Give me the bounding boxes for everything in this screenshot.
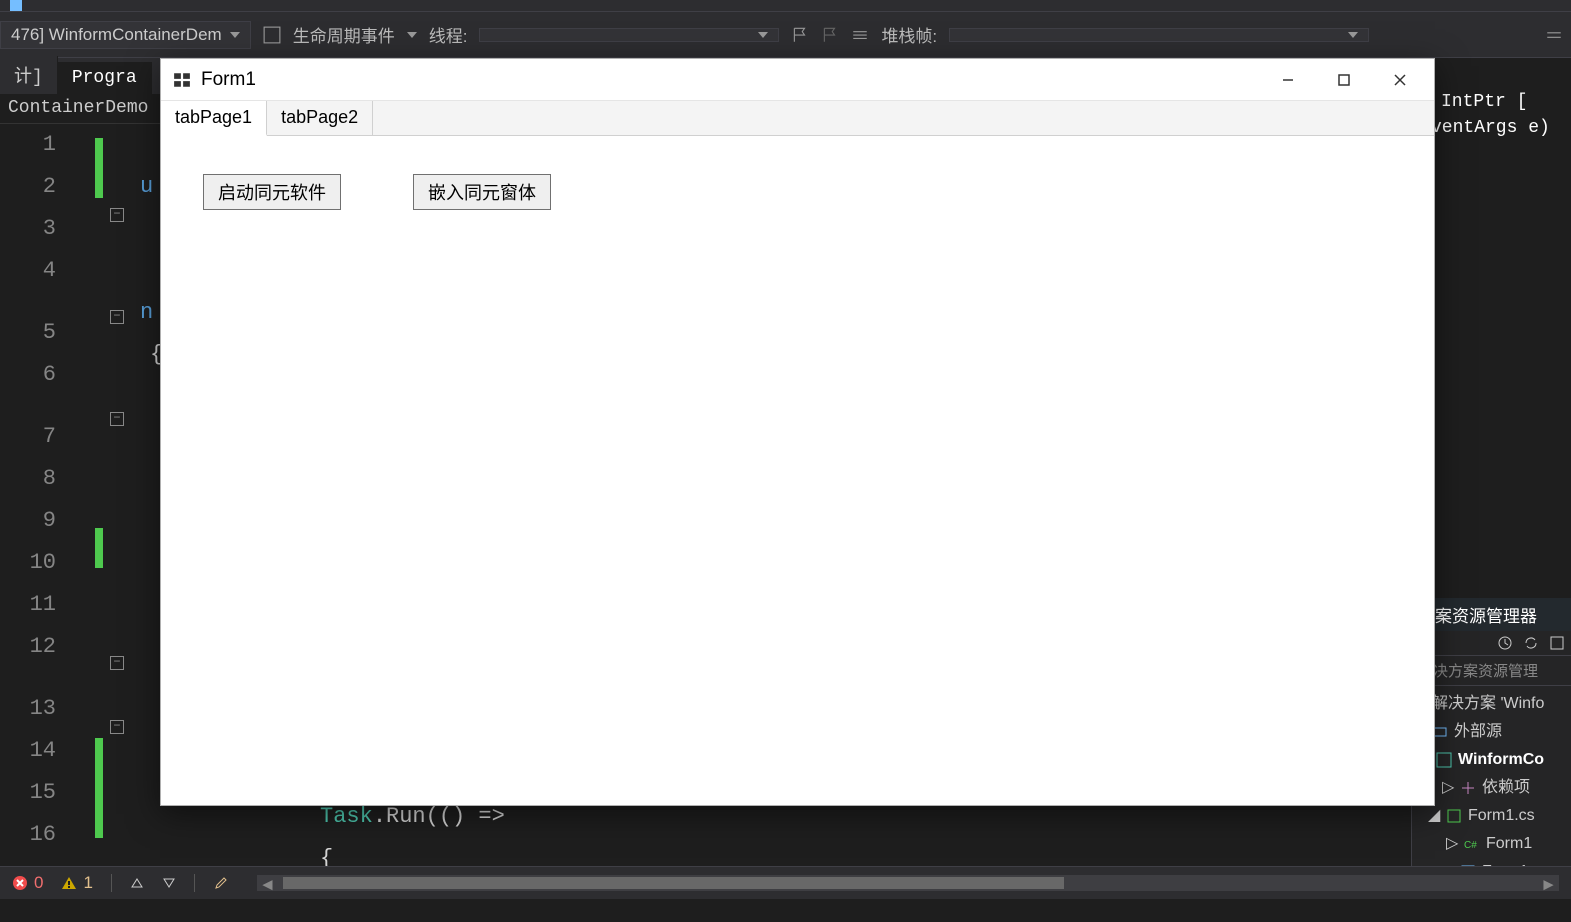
chevron-right-icon: ▷ [1442,774,1454,802]
maximize-button[interactable] [1316,60,1372,100]
tree-form-cs[interactable]: ◢ Form1.cs [1414,802,1569,830]
tree-external[interactable]: 外部源 [1414,718,1569,746]
minimize-button[interactable] [1260,60,1316,100]
overflow-icon[interactable] [1545,26,1563,44]
scroll-left-icon[interactable]: ◄ [259,875,276,895]
stackframe-combo[interactable] [949,28,1369,42]
hint-type: IntPtr [ [1431,92,1571,112]
tab-page2[interactable]: tabPage2 [267,101,373,135]
history-icon[interactable] [1497,635,1513,651]
horizontal-scrollbar[interactable]: ◄ ► [257,875,1559,891]
scroll-right-icon[interactable]: ► [1540,875,1557,895]
form1-title: Form1 [201,69,1260,91]
nav-up-icon[interactable] [130,876,144,890]
stack-frame-icon[interactable] [851,26,869,44]
window-icon [173,71,191,89]
dropdown-arrow-icon [1348,32,1358,38]
sync-icon[interactable] [1523,635,1539,651]
solution-explorer-title: 方案资源管理器 [1412,598,1571,631]
warning-count[interactable]: 1 [61,873,92,893]
error-count[interactable]: 0 [12,873,43,893]
workspace: 计] Progra ContainerDemo 1 2 3 4 5 6 7 8 … [0,58,1571,866]
process-label: 476] WinformContainerDem [11,25,222,45]
lifecycle-label: 生命周期事件 [293,22,395,47]
tree-form-child[interactable]: ▷ C# Form1 [1414,830,1569,858]
save-icon[interactable] [8,0,24,12]
flag-outline-icon[interactable] [821,26,839,44]
chevron-down-icon: ◢ [1428,802,1440,830]
process-combo[interactable]: 476] WinformContainerDem [0,21,251,49]
brush-icon[interactable] [213,875,229,891]
nav-down-icon[interactable] [162,876,176,890]
collapse-icon[interactable] [1549,635,1565,651]
signature-hint: IntPtr [ ventArgs e) [1431,58,1571,138]
lifecycle-icon[interactable] [263,26,281,44]
tree-solution[interactable]: ◢ 解决方案 'Winfo [1414,690,1569,718]
main-toolbar [0,0,1571,12]
hint-param: ventArgs e) [1431,118,1571,138]
tree-form-child[interactable]: Form1 [1414,858,1569,866]
dropdown-arrow-icon[interactable] [407,32,417,38]
status-bar: 0 1 ◄ ► [0,866,1571,899]
editor-tab-design[interactable]: 计] [0,56,58,94]
dropdown-arrow-icon [230,32,240,38]
chevron-right-icon: ▷ [1446,830,1458,858]
launch-tongyuan-button[interactable]: 启动同元软件 [203,174,341,210]
tab-page1[interactable]: tabPage1 [161,101,267,136]
thread-label: 线程: [429,22,468,47]
svg-text:C#: C# [1464,840,1477,851]
solution-search[interactable]: 解决方案资源管理 [1412,656,1571,686]
csproj-icon [1436,752,1452,768]
solution-tree[interactable]: ◢ 解决方案 'Winfo 外部源 ◢ WinformCo ▷ 依赖项 ◢ Fo… [1412,686,1571,866]
editor-tab-program[interactable]: Progra [58,62,152,94]
stackframe-label: 堆栈帧: [881,22,937,47]
close-button[interactable] [1372,60,1428,100]
cs-icon: C# [1464,836,1480,852]
dropdown-arrow-icon [758,32,768,38]
tree-project[interactable]: ◢ WinformCo [1414,746,1569,774]
line-gutter: 1 2 3 4 5 6 7 8 9 10 11 12 13 14 15 16 [0,124,70,866]
form1-tabcontrol: tabPage1 tabPage2 [161,101,1434,136]
form1-titlebar[interactable]: Form1 [161,59,1434,101]
form1-window: Form1 tabPage1 tabPage2 启动同元软件 嵌入同元窗体 [160,58,1435,806]
debug-toolbar: 476] WinformContainerDem 生命周期事件 线程: 堆栈帧: [0,12,1571,58]
thread-combo[interactable] [479,28,779,42]
embed-tongyuan-button[interactable]: 嵌入同元窗体 [413,174,551,210]
solution-explorer: 方案资源管理器 解决方案资源管理 ◢ 解决方案 'Winfo 外部源 ◢ Win… [1411,598,1571,866]
tree-deps[interactable]: ▷ 依赖项 [1414,774,1569,802]
scrollbar-thumb[interactable] [283,877,1064,889]
form1-client-area: 启动同元软件 嵌入同元窗体 [161,136,1434,802]
deps-icon [1460,780,1476,796]
form-icon [1446,808,1462,824]
flag-icon[interactable] [791,26,809,44]
solution-explorer-tools [1412,631,1571,656]
